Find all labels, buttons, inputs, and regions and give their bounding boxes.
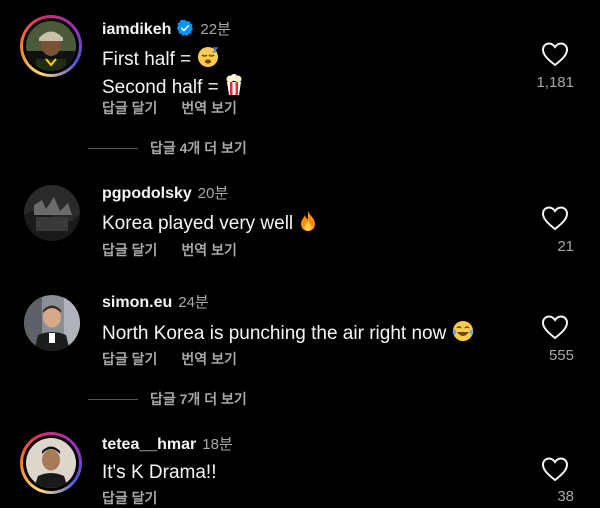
username[interactable]: pgpodolsky — [102, 185, 192, 202]
comment-line: First half = — [102, 49, 197, 70]
see-translation-button[interactable]: 번역 보기 — [181, 242, 236, 258]
tears-of-joy-emoji — [452, 320, 474, 348]
username-row: tetea__hmar 18분 — [102, 433, 233, 454]
avatar[interactable] — [24, 185, 80, 241]
comment-text: Korea played very well — [102, 210, 318, 238]
comment-line: Korea played very well — [102, 213, 299, 234]
username[interactable]: iamdikeh — [102, 21, 171, 38]
verified-badge-icon — [176, 19, 194, 37]
like-count: 38 — [557, 488, 574, 505]
like-count: 555 — [548, 347, 574, 364]
see-translation-button[interactable]: 번역 보기 — [181, 100, 236, 116]
heart-icon[interactable] — [540, 40, 570, 68]
comment-actions: 답글 달기 번역 보기 — [102, 349, 261, 369]
comment-actions: 답글 달기 — [102, 488, 181, 508]
avatar-story-ring[interactable] — [20, 15, 82, 77]
timestamp: 20분 — [197, 185, 229, 202]
comment-text: It's K Drama!! — [102, 461, 216, 484]
username[interactable]: simon.eu — [102, 294, 172, 311]
divider — [88, 147, 138, 149]
like-count: 1,181 — [536, 74, 574, 91]
divider — [88, 398, 138, 400]
heart-icon[interactable] — [540, 313, 570, 341]
comment-line: Second half = — [102, 77, 225, 98]
timestamp: 18분 — [202, 436, 233, 453]
username[interactable]: tetea__hmar — [102, 436, 196, 453]
timestamp: 24분 — [178, 294, 209, 311]
comment-actions: 답글 달기 번역 보기 — [102, 240, 261, 260]
like-count: 21 — [557, 238, 574, 255]
username-row: iamdikeh 22분 — [102, 18, 231, 39]
comment-actions: 답글 달기 번역 보기 — [102, 98, 261, 118]
heart-icon[interactable] — [540, 204, 570, 232]
reply-button[interactable]: 답글 달기 — [102, 242, 157, 258]
avatar — [26, 21, 76, 71]
reply-button[interactable]: 답글 달기 — [102, 351, 157, 367]
reply-button[interactable]: 답글 달기 — [102, 490, 157, 506]
avatar[interactable] — [24, 295, 80, 351]
heart-icon[interactable] — [540, 455, 570, 483]
timestamp: 22분 — [200, 21, 231, 38]
comment-text: First half = Second half = — [102, 46, 244, 102]
avatar — [26, 438, 76, 488]
view-more-replies-label: 답글 7개 더 보기 — [150, 391, 247, 407]
username-row: simon.eu 24분 — [102, 291, 209, 312]
view-more-replies[interactable]: 답글 7개 더 보기 — [88, 389, 247, 409]
comment-line: North Korea is punching the air right no… — [102, 323, 452, 344]
reply-button[interactable]: 답글 달기 — [102, 100, 157, 116]
sleepy-face-emoji — [197, 46, 219, 74]
avatar-story-ring[interactable] — [20, 432, 82, 494]
username-row: pgpodolsky 20분 — [102, 182, 228, 203]
view-more-replies[interactable]: 답글 4개 더 보기 — [88, 138, 247, 158]
comment-text: North Korea is punching the air right no… — [102, 320, 474, 348]
see-translation-button[interactable]: 번역 보기 — [181, 351, 236, 367]
view-more-replies-label: 답글 4개 더 보기 — [150, 140, 247, 156]
fire-emoji — [298, 210, 318, 238]
comment-line: It's K Drama!! — [102, 462, 217, 483]
